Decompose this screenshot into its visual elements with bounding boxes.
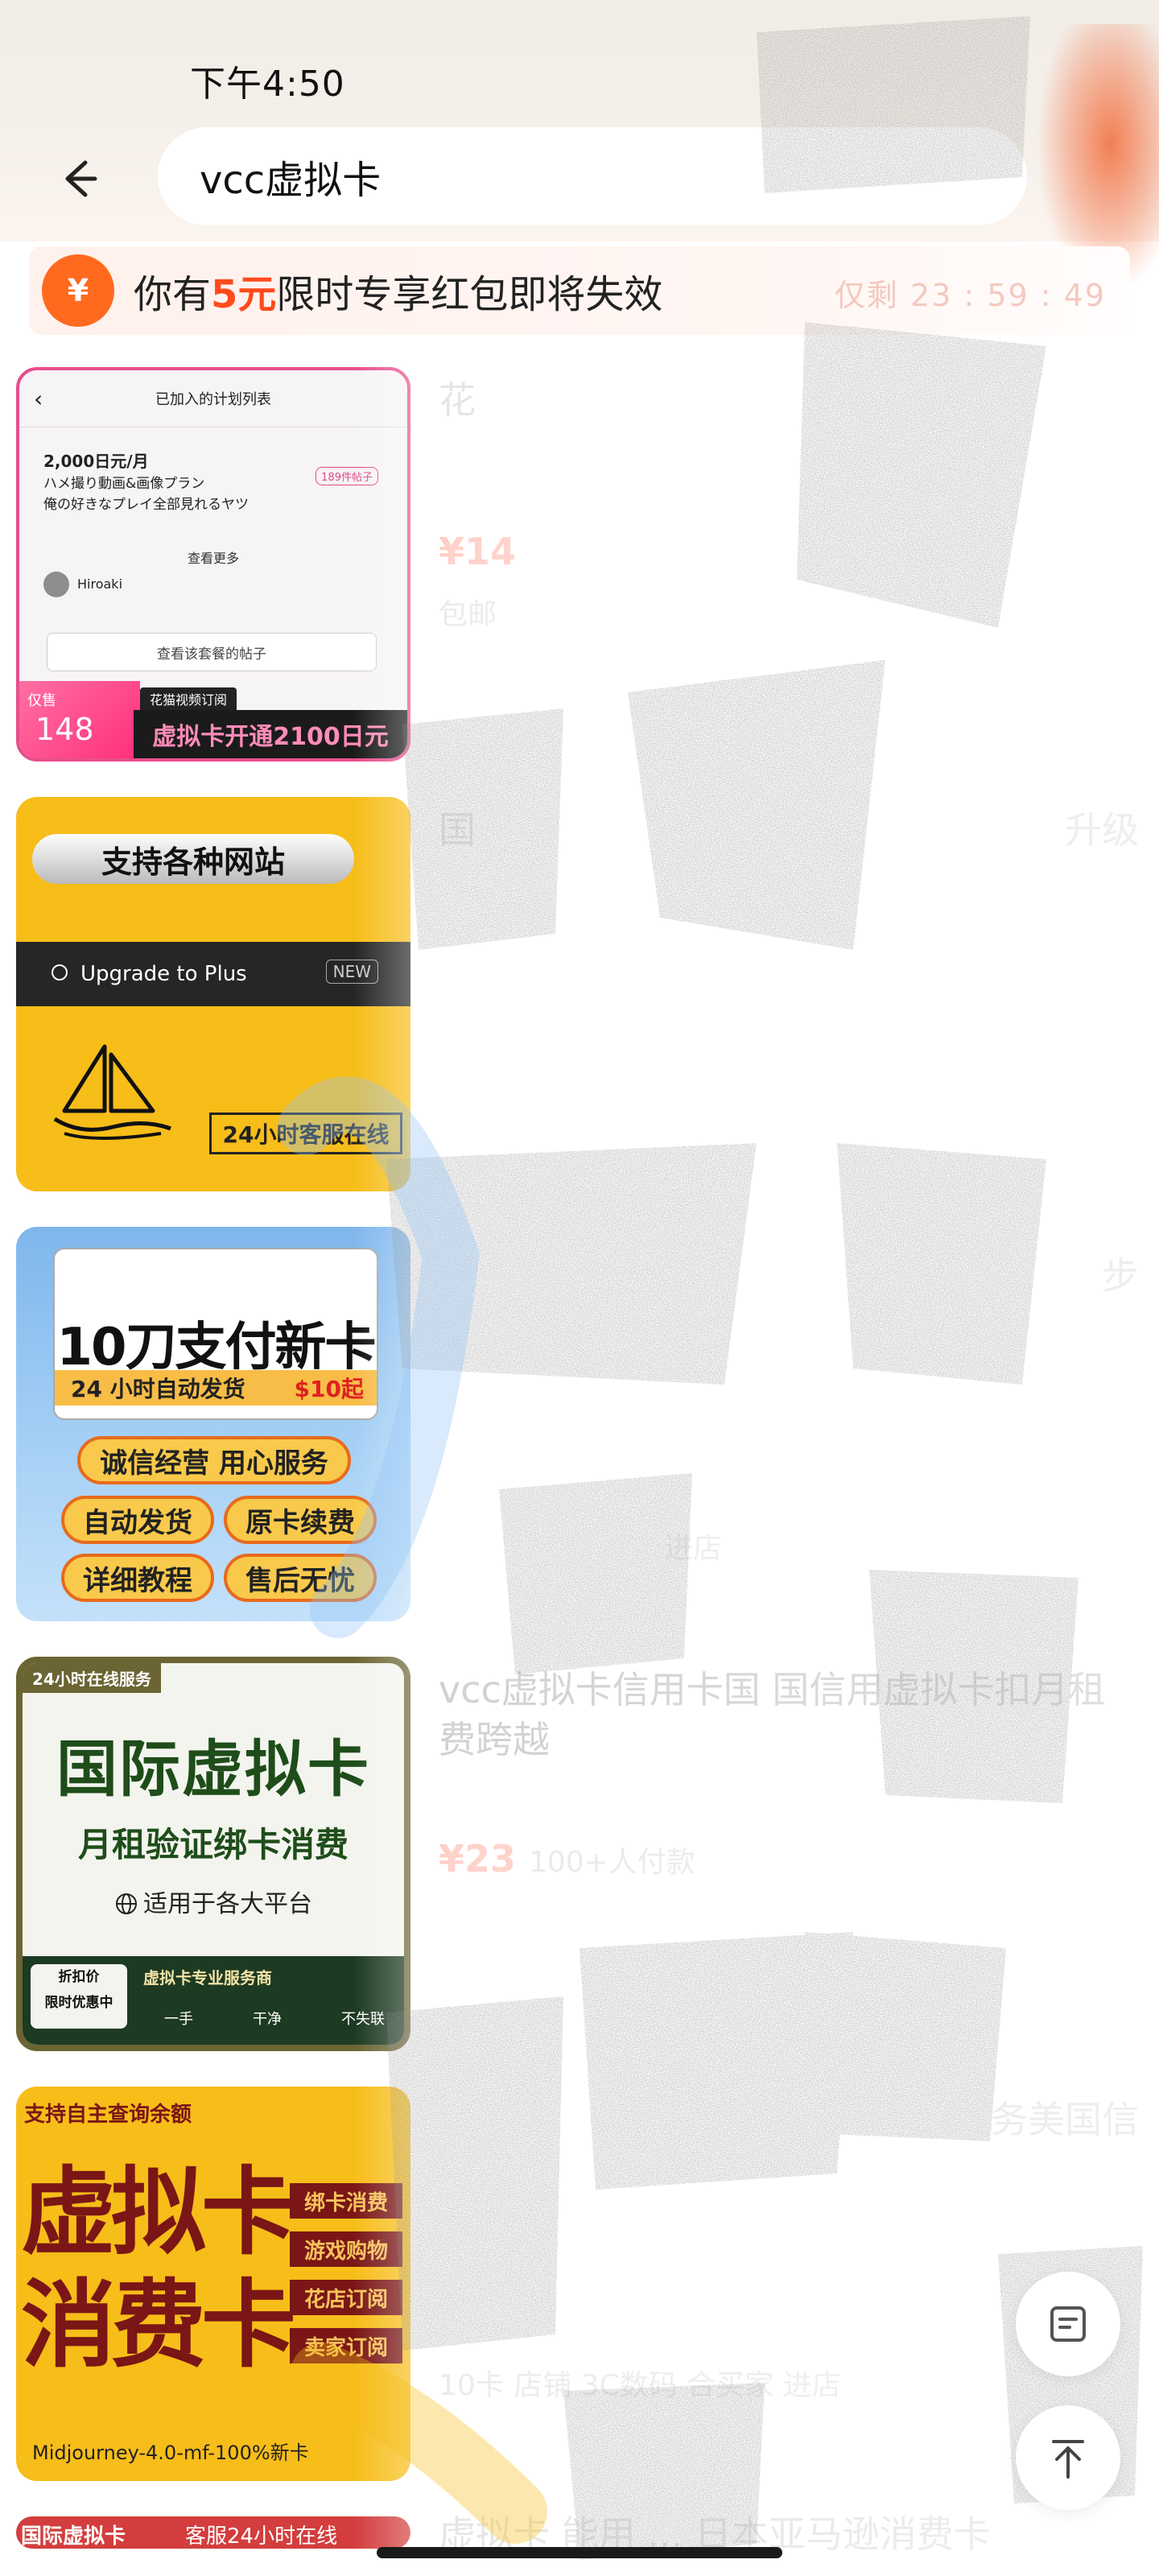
author-name: Hiroaki	[77, 576, 123, 592]
avatar	[43, 572, 69, 597]
product-info: 步 进店	[439, 1235, 1139, 1567]
side-tag: 绑卡消费	[290, 2183, 402, 2219]
coupon-countdown: 仅剩 23 : 59 : 49	[834, 278, 1106, 313]
product-card[interactable]: 支持各种网站 Upgrade to Plus NEW 24小时客服在线 国升级	[16, 797, 1159, 1191]
thumb-tag2: 客服24小时在线	[185, 2524, 338, 2549]
thumb-top: 支持自主查询余额	[24, 2103, 192, 2127]
product-card[interactable]: 10刀支付新卡 24 小时自动发货 $10起 诚信经营 用心服务 自动发货 原卡续…	[16, 1227, 1159, 1621]
product-info: vcc虚拟卡信用卡国 国信用虚拟卡扣月租费跨越 ¥23 100+人付款	[439, 1665, 1139, 1880]
product-thumbnail[interactable]: 支持自主查询余额 虚拟卡 消费卡 绑卡消费 游戏购物 花店订阅 卖家订阅 Mid…	[16, 2087, 410, 2481]
back-button[interactable]	[45, 147, 109, 211]
sailboat-icon	[53, 1044, 171, 1140]
thumb-price: 仅售 148	[19, 681, 140, 758]
product-title: 花	[439, 378, 476, 422]
shipping-badge: 包邮	[439, 598, 497, 631]
corner-label: 24小时在线服务	[23, 1663, 161, 1693]
see-more: 查看更多	[187, 551, 239, 566]
thumb-subheadline: 月租验证绑卡消费	[77, 1825, 349, 1864]
product-thumbnail[interactable]: 10刀支付新卡 24 小时自动发货 $10起 诚信经营 用心服务 自动发货 原卡续…	[16, 1227, 410, 1621]
coupon-amount: 5元	[211, 272, 277, 317]
status-time: 下午4:50	[190, 64, 345, 105]
product-title: 国升级	[439, 808, 1139, 852]
feedback-button[interactable]	[1016, 2272, 1120, 2376]
chip: 诚信经营 用心服务	[77, 1436, 351, 1484]
globe-icon	[116, 1893, 137, 1914]
thumb-footnote: Midjourney-4.0-mf-100%新卡	[32, 2442, 309, 2464]
back-arrow-icon	[65, 160, 97, 197]
side-tag: 游戏购物	[290, 2231, 402, 2267]
thumb-platforms: 适用于各大平台	[23, 1884, 404, 1919]
product-card[interactable]: ‹ 已加入的计划列表 2,000日元/月 ハメ撮り動画&画像プラン 俺の好きなプレ…	[16, 367, 1159, 762]
product-card[interactable]: 支持自主查询余额 虚拟卡 消费卡 绑卡消费 游戏购物 花店订阅 卖家订阅 Mid…	[16, 2087, 1159, 2481]
coupon-icon: ¥	[42, 254, 114, 327]
sold-count: 100+人付款	[529, 1846, 695, 1879]
new-badge: NEW	[325, 960, 378, 984]
posts-badge: 189件帖子	[316, 467, 378, 485]
product-thumbnail[interactable]: ‹ 已加入的计划列表 2,000日元/月 ハメ撮り動画&画像プラン 俺の好きなプレ…	[16, 367, 410, 762]
chip: 自动发货	[61, 1496, 214, 1544]
upgrade-bar: Upgrade to Plus NEW	[16, 942, 410, 1006]
back-to-top-icon	[1052, 2440, 1084, 2479]
thumb-header: ‹ 已加入的计划列表	[19, 370, 407, 427]
product-card[interactable]: 24小时在线服务 国际虚拟卡 月租验证绑卡消费 适用于各大平台 折扣价 限时优惠中…	[16, 1657, 1159, 2051]
product-info: 花 ¥14 包邮	[439, 375, 1139, 633]
side-tag: 花店订阅	[290, 2280, 402, 2315]
product-thumbnail[interactable]: 24小时在线服务 国际虚拟卡 月租验证绑卡消费 适用于各大平台 折扣价 限时优惠中…	[16, 1657, 410, 2051]
footer-point: 一手	[164, 2011, 193, 2028]
back-to-top-button[interactable]	[1016, 2405, 1120, 2510]
chip: 售后无忧	[224, 1554, 377, 1602]
thumb-headline: 国际虚拟卡	[56, 1733, 370, 1805]
footer-title: 虚拟卡专业服务商	[143, 1968, 272, 1988]
thumb-pill: 支持各种网站	[32, 834, 354, 884]
search-query: vcc虚拟卡	[200, 158, 382, 203]
thumb-strip: 虚拟卡开通2100日元	[134, 710, 407, 758]
product-title: 虚拟卡 能用 ... 日本亚马逊消费卡	[439, 2512, 991, 2556]
product-thumbnail[interactable]: 国际虚拟卡 客服24小时在线	[16, 2516, 410, 2549]
product-price: ¥14	[439, 530, 517, 573]
discount-box: 折扣价 限时优惠中	[31, 1964, 127, 2029]
home-indicator[interactable]	[377, 2547, 782, 2558]
shop-link: 10卡 店铺 3C数码 合买家 进店	[439, 2369, 841, 2402]
view-posts-button: 查看该套餐的帖子	[47, 633, 377, 671]
thumb-tag: 国际虚拟卡	[21, 2524, 126, 2549]
feedback-icon	[1050, 2306, 1086, 2342]
coupon-text: 你有5元限时专享红包即将失效	[134, 272, 663, 317]
product-card[interactable]: 国际虚拟卡 客服24小时在线 虚拟卡 能用 ... 日本亚马逊消费卡	[16, 2512, 1159, 2556]
product-thumbnail[interactable]: 支持各种网站 Upgrade to Plus NEW 24小时客服在线	[16, 797, 410, 1191]
footer-point: 不失联	[341, 2011, 385, 2028]
chip: 原卡续费	[224, 1496, 377, 1544]
chevron-left-icon: ‹	[34, 385, 43, 412]
thumb-box: 10刀支付新卡 24 小时自动发货 $10起	[53, 1248, 378, 1420]
product-title: vcc虚拟卡信用卡国 国信用虚拟卡扣月租费跨越	[439, 1668, 1106, 1761]
chip: 详细教程	[61, 1554, 214, 1602]
thumb-big2: 消费卡	[21, 2269, 296, 2380]
top-header: 下午4:50 vcc虚拟卡	[0, 0, 1159, 290]
product-price: ¥23 100+人付款	[439, 1837, 695, 1880]
side-tag: 卖家订阅	[290, 2328, 402, 2363]
sub-tag: 花猫视频订阅	[140, 687, 237, 710]
coupon-banner[interactable]: ¥ 你有5元限时专享红包即将失效 仅剩 23 : 59 : 49	[29, 246, 1130, 335]
user-icon	[52, 964, 68, 980]
shop-link: 进店	[664, 1532, 723, 1565]
footer-point: 干净	[253, 2011, 282, 2028]
cs-tag: 24小时客服在线	[209, 1113, 402, 1154]
product-info: 国升级	[439, 805, 1139, 855]
search-input[interactable]: vcc虚拟卡	[158, 127, 1027, 225]
